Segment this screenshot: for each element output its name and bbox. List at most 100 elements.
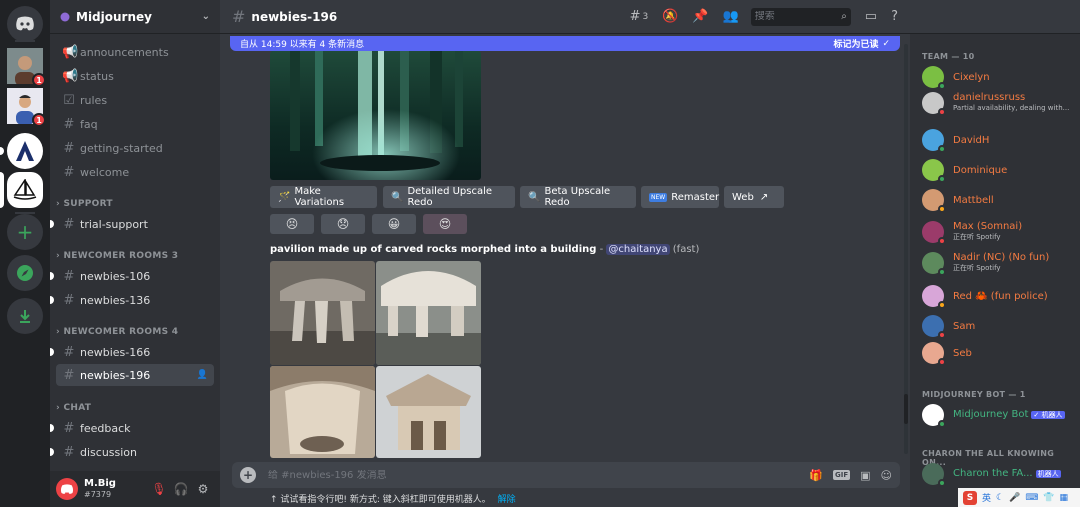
member-6[interactable]: Max (Somnai) 正在听 Spotify [922,219,1078,245]
unread-dot [50,296,54,304]
web-link-button[interactable]: Web ↗ [724,186,784,208]
server-2[interactable]: 1 [7,88,46,127]
generated-image[interactable] [270,51,481,180]
upload-plus-icon[interactable]: + [240,467,256,483]
home-button[interactable] [7,6,43,42]
member-name: Nadir (NC) (No fun) [953,252,1050,263]
category-support[interactable]: › SUPPORT [56,199,113,209]
keyboard-icon[interactable]: ⌨ [1025,493,1038,503]
mark-as-read-button[interactable]: 标记为已读 [833,37,878,50]
member-avatar [922,66,946,90]
emoji-icon[interactable]: ☺ [881,469,892,482]
dismiss-link[interactable]: 解除 [498,495,516,505]
channel-feedback[interactable]: # feedback [50,417,214,439]
sogou-icon: S [963,490,977,505]
channel-discussion[interactable]: # discussion [50,441,214,463]
moon-icon[interactable]: ☾ [996,493,1004,503]
mute-notifications-icon[interactable]: 🔕 [662,9,678,24]
mute-microphone-icon[interactable]: 🎙 [148,482,170,496]
search-box[interactable]: ⌕ [750,7,851,26]
sticker-icon[interactable]: ▣ [860,469,870,482]
member-list-icon[interactable]: 👥 [723,9,739,24]
download-apps-button[interactable] [7,298,43,334]
rate-button-awful[interactable]: 😣 [270,214,314,234]
user-info[interactable]: M.Big #7379 [84,478,148,500]
category-chat[interactable]: › CHAT [56,403,91,413]
member-2[interactable]: danielrussruss Partial availability, deal… [922,90,1078,116]
channel-newbies-166[interactable]: # newbies-166 [50,341,214,363]
help-icon[interactable]: ? [891,9,898,24]
member-4[interactable]: Dominique [922,157,1078,183]
channel-welcome[interactable]: # welcome [56,161,214,183]
scrollbar-thumb[interactable] [904,394,908,424]
member-9[interactable]: Sam [922,313,1078,339]
category-newcomer-rooms-4[interactable]: › NEWCOMER ROOMS 4 [56,327,178,337]
add-member-icon[interactable]: 👤 [197,370,208,380]
remaster-button[interactable]: NEW Remaster [641,186,719,208]
channel-faq[interactable]: # faq [56,113,214,135]
ime-toolbar[interactable]: S 英 ☾ 🎤 ⌨ 👕 ▦ [958,488,1080,507]
grid-image-1[interactable] [270,261,375,365]
grid-image-3[interactable] [270,366,375,458]
channel-label: status [80,69,114,83]
microphone-icon[interactable]: 🎤 [1009,493,1020,503]
member-midjourney-bot[interactable]: Midjourney Bot ✓ 机器人 [922,402,1078,428]
headphones-icon[interactable]: 🎧 [170,482,192,496]
explore-servers-button[interactable] [7,255,43,291]
gif-icon[interactable]: GIF [832,470,851,480]
member-10[interactable]: Seb [922,340,1078,366]
add-server-button[interactable]: + [7,214,43,250]
message-text: pavilion made up of carved rocks morphed… [270,244,699,255]
rate-button-love[interactable]: 😍 [423,214,467,234]
ime-language[interactable]: 英 [982,491,991,504]
inbox-icon[interactable]: ▭ [865,9,877,24]
member-avatar [922,92,946,116]
server-1[interactable]: 1 [7,48,46,87]
channel-status[interactable]: 📢 status [56,65,214,87]
category-newcomer-rooms-3[interactable]: › NEWCOMER ROOMS 3 [56,251,178,261]
message-input[interactable] [268,469,800,481]
channel-newbies-196[interactable]: # newbies-196 👤 [56,364,214,386]
channel-rules[interactable]: ☑ rules [56,89,214,111]
forest-temple-image [270,51,481,180]
beta-upscale-redo-button[interactable]: 🔍 Beta Upscale Redo [520,186,636,208]
rate-button-bad[interactable]: 😞 [321,214,365,234]
gift-icon[interactable]: 🎁 [809,469,823,482]
pin-icon[interactable]: 📌 [692,9,708,24]
member-activity: Partial availability, dealing with... [953,104,1070,112]
member-name: Seb [953,347,972,359]
rate-button-good[interactable]: 😀 [372,214,416,234]
member-8[interactable]: Red 🦀 (fun police) [922,283,1078,309]
member-charon[interactable]: Charon the FA... 机器人 [922,461,1078,487]
member-avatar [922,315,946,339]
guild-header[interactable]: Midjourney ⌄ [50,0,220,34]
search-input[interactable] [754,11,842,22]
server-midjourney[interactable] [7,172,43,208]
member-activity: 正在听 Spotify [953,264,1001,272]
grid-icon[interactable]: ▦ [1060,493,1069,503]
member-7[interactable]: Nadir (NC) (No fun) 正在听 Spotify [922,250,1078,276]
gear-icon[interactable]: ⚙ [192,482,214,496]
selected-indicator [0,172,4,208]
user-mention[interactable]: @chaitanya [606,244,670,255]
threads-button[interactable]: #3 [630,9,649,24]
detailed-upscale-redo-button[interactable]: 🔍 Detailed Upscale Redo [383,186,515,208]
shirt-icon[interactable]: 👕 [1043,493,1054,503]
member-1[interactable]: Cixelyn [922,64,1078,90]
make-variations-button[interactable]: 🪄 Make Variations [270,186,377,208]
channel-announcements[interactable]: 📢 announcements [56,41,214,63]
channel-newbies-106[interactable]: # newbies-106 [50,265,214,287]
user-avatar[interactable] [56,478,78,500]
status-online-icon [938,420,946,428]
server-3[interactable] [7,133,43,169]
new-messages-bar[interactable]: 自从 14:59 以来有 4 条新消息 标记为已读 ✓ [230,36,900,51]
grid-image-4[interactable] [376,366,481,458]
channel-getting-started[interactable]: # getting-started [56,137,214,159]
grid-image-2[interactable] [376,261,481,365]
chat-scrollbar[interactable] [904,44,908,454]
channel-trial-support[interactable]: # trial-support [50,213,214,235]
member-3[interactable]: DavidH [922,127,1078,153]
member-name: DavidH [953,134,990,146]
channel-newbies-136[interactable]: # newbies-136 [50,289,214,311]
member-5[interactable]: Mattbell [922,187,1078,213]
